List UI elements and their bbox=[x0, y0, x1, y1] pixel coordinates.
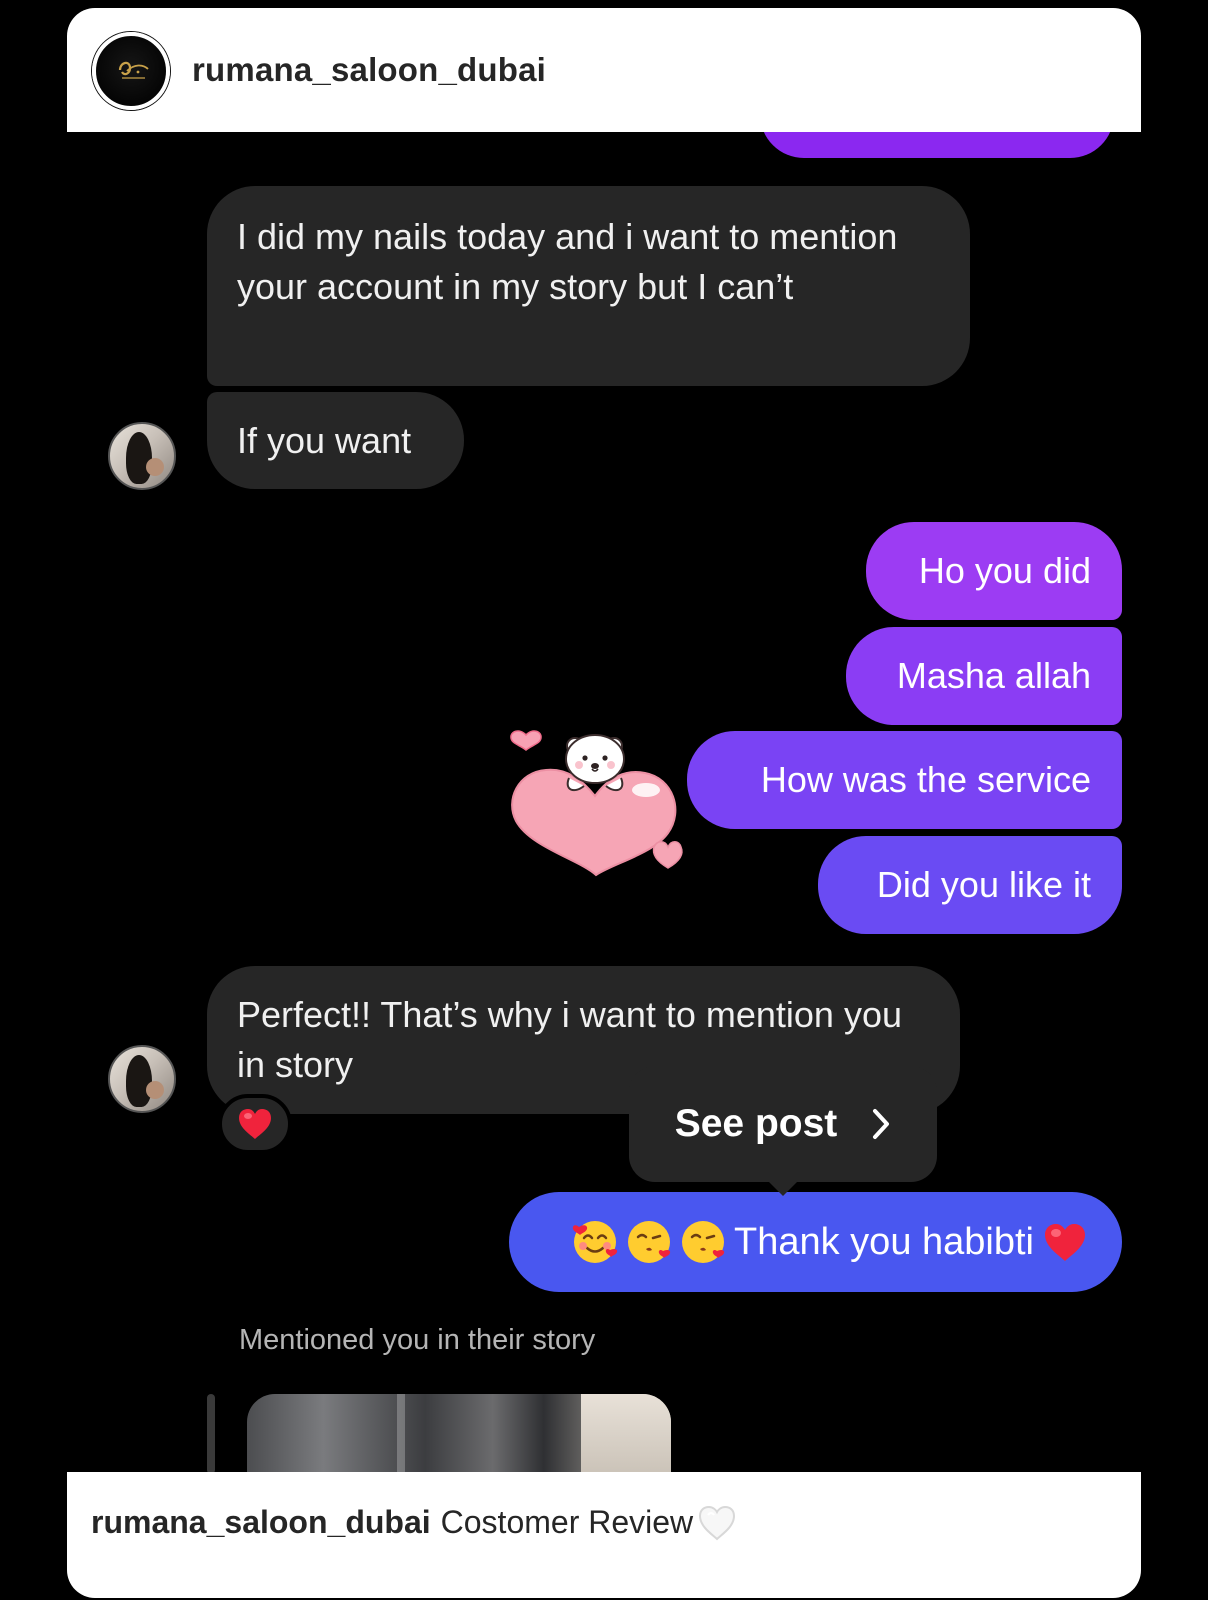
message-bubble-outgoing[interactable]: Did you like it bbox=[818, 836, 1122, 934]
caption: rumana_saloon_dubai Costomer Review bbox=[91, 1504, 737, 1541]
caption-text: Costomer Review bbox=[440, 1504, 694, 1540]
message-bubble-incoming[interactable]: If you want bbox=[207, 392, 464, 489]
story-reply-line bbox=[207, 1394, 215, 1474]
top-overlay-card: rumana_saloon_dubai bbox=[67, 8, 1141, 132]
avatar[interactable] bbox=[108, 422, 176, 490]
red-heart-icon bbox=[1045, 1224, 1085, 1261]
see-post-tooltip[interactable]: See post bbox=[629, 1066, 937, 1196]
face-blowing-kiss-icon bbox=[682, 1221, 725, 1263]
message-text: Thank you habibti bbox=[734, 1221, 1034, 1263]
red-heart-icon bbox=[239, 1109, 271, 1139]
message-bubble-outgoing[interactable]: Ho you did bbox=[866, 522, 1122, 620]
face-blowing-kiss-icon bbox=[628, 1221, 671, 1263]
message-reaction[interactable] bbox=[218, 1094, 292, 1154]
bear-heart-sticker-icon[interactable] bbox=[508, 720, 698, 890]
story-preview-thumbnail[interactable] bbox=[247, 1394, 671, 1484]
caption-username[interactable]: rumana_saloon_dubai bbox=[91, 1504, 431, 1541]
see-post-label[interactable]: See post bbox=[675, 1102, 838, 1146]
message-bubble-incoming[interactable]: I did my nails today and i want to menti… bbox=[207, 186, 970, 386]
message-bubble-outgoing[interactable]: How was the service bbox=[687, 731, 1122, 829]
bear-icon bbox=[565, 734, 625, 792]
message-bubble-outgoing[interactable]: Masha allah bbox=[846, 627, 1122, 725]
story-mention-label: Mentioned you in their story bbox=[239, 1324, 596, 1356]
avatar[interactable] bbox=[108, 1045, 176, 1113]
salon-logo-icon[interactable] bbox=[92, 32, 170, 110]
logo-mark bbox=[118, 61, 149, 79]
bottom-caption-card: rumana_saloon_dubai Costomer Review bbox=[67, 1472, 1141, 1598]
header-username[interactable]: rumana_saloon_dubai bbox=[192, 51, 546, 89]
white-heart-icon bbox=[699, 1505, 736, 1540]
chevron-right-icon[interactable] bbox=[871, 1107, 891, 1141]
message-bubble-outgoing[interactable]: Thank you habibti bbox=[509, 1192, 1122, 1292]
smiling-face-with-hearts-icon bbox=[572, 1221, 618, 1263]
